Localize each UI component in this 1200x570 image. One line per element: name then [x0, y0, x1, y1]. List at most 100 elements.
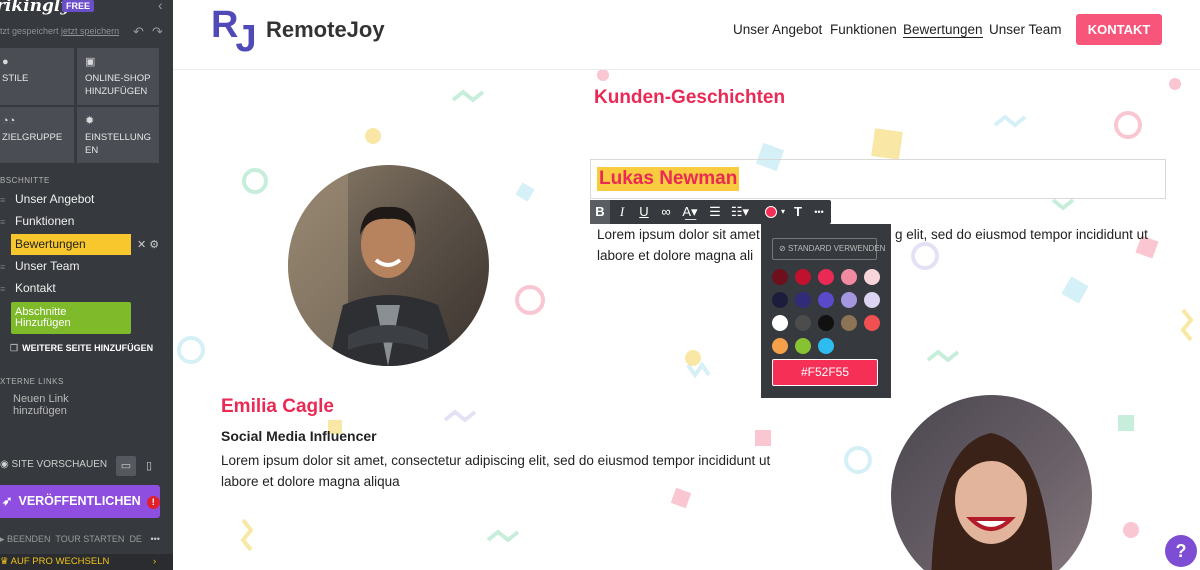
external-links-heading: XTERNE LINKS [0, 377, 64, 386]
crown-icon: ♛ [0, 556, 9, 567]
color-swatch[interactable] [772, 269, 788, 285]
add-section-button[interactable]: Abschnitte Hinzufügen [11, 302, 131, 334]
color-swatch[interactable] [772, 292, 788, 308]
undo-icon[interactable]: ↶ [133, 24, 144, 40]
plan-badge: FREE [62, 0, 95, 12]
person-role-emilia[interactable]: Social Media Influencer [221, 428, 377, 444]
site-header: RJ RemoteJoy Unser Angebot Funktionen Be… [173, 0, 1200, 70]
person-description-lukas[interactable]: Lorem ipsum dolor sit amet labore et dol… [597, 224, 760, 266]
save-status: tzt gespeichert jetzt speichern [0, 26, 120, 36]
color-swatch[interactable] [772, 338, 788, 354]
color-swatch[interactable] [864, 292, 880, 308]
nav-funktionen[interactable]: Funktionen [830, 22, 897, 37]
hex-color-value[interactable]: #F52F55 [772, 359, 878, 386]
site-logo[interactable]: RJ [211, 4, 257, 60]
person-description-lukas-cont[interactable]: g elit, sed do eiusmod tempor incididunt… [895, 224, 1148, 245]
align-icon[interactable]: ☰ [704, 200, 726, 224]
shop-tile[interactable]: ▣ ONLINE-SHOP HINZUFÜGEN [77, 48, 159, 105]
drag-handle-icon[interactable]: ≡ [0, 279, 8, 300]
sidebar-item-funktionen[interactable]: ≡ Funktionen [0, 211, 140, 232]
italic-button[interactable]: I [612, 200, 632, 224]
add-link-button[interactable]: Neuen Link hinzufügen [0, 393, 69, 417]
gear-icon: ✹ [85, 115, 95, 127]
eye-icon: ◉ [0, 459, 9, 470]
color-swatch[interactable] [818, 269, 834, 285]
language-link[interactable]: DE [129, 534, 142, 544]
color-picker-popup: ⊘ STANDARD VERWENDEN #F52F55 [761, 224, 891, 398]
font-size-icon[interactable]: A͟▾ [678, 200, 702, 224]
redo-icon[interactable]: ↷ [152, 24, 163, 40]
site-canvas: RJ RemoteJoy Unser Angebot Funktionen Be… [173, 0, 1200, 570]
person-name-lukas[interactable]: Lukas Newman [597, 167, 740, 191]
drag-handle-icon[interactable]: ≡ [0, 190, 8, 211]
color-swatch[interactable] [841, 292, 857, 308]
tour-link[interactable]: TOUR STARTEN [55, 534, 124, 544]
styles-tile[interactable]: ● STILE [0, 48, 74, 105]
color-swatch[interactable] [841, 315, 857, 331]
color-swatch[interactable] [795, 292, 811, 308]
alert-icon: ! [146, 496, 160, 509]
close-icon[interactable]: ✕ [137, 239, 146, 251]
color-swatch[interactable] [864, 269, 880, 285]
drag-handle-icon[interactable]: ≡ [0, 257, 8, 278]
rocket-icon: ➶ [2, 494, 13, 508]
editor-logo: rikingly [0, 0, 71, 16]
sidebar-item-unser-angebot[interactable]: ≡ Unser Angebot [0, 189, 140, 210]
text-style-icon[interactable]: T [789, 200, 807, 224]
end-link[interactable]: BEENDEN [7, 534, 51, 544]
link-icon[interactable]: ∞ [656, 200, 676, 224]
nav-unser-team[interactable]: Unser Team [989, 22, 1062, 37]
color-swatch[interactable] [795, 338, 811, 354]
color-swatch[interactable] [772, 315, 788, 331]
publish-button[interactable]: ➶ VERÖFFENTLICHEN! [0, 485, 160, 518]
chevron-right-icon: › [153, 556, 157, 567]
name-text-editor[interactable]: Lukas Newman [590, 159, 1166, 199]
no-color-icon: ⊘ [779, 244, 786, 253]
sidebar-item-kontakt[interactable]: ≡ Kontakt [0, 278, 140, 299]
text-format-toolbar: B I U ∞ A͟▾ ☰ ☷▾ ▾ T ••• [590, 200, 831, 224]
audience-tile[interactable]: ◔◔ ZIELGRUPPE [0, 107, 74, 163]
palette-icon: ● [2, 56, 9, 68]
color-swatch[interactable] [864, 315, 880, 331]
desktop-view-icon[interactable]: ▭ [116, 456, 136, 476]
nav-bewertungen[interactable]: Bewertungen [903, 22, 983, 38]
shop-icon: ▣ [85, 56, 96, 68]
color-swatch[interactable] [795, 315, 811, 331]
more-icon[interactable]: ••• [150, 534, 159, 544]
person-photo-lukas[interactable] [288, 165, 489, 366]
color-swatch[interactable] [818, 338, 834, 354]
bold-button[interactable]: B [590, 200, 610, 224]
help-button[interactable]: ? [1165, 535, 1197, 567]
person-description-emilia[interactable]: Lorem ipsum dolor sit amet, consectetur … [221, 450, 770, 492]
more-options-button[interactable]: ••• [809, 200, 829, 224]
color-swatch[interactable] [818, 292, 834, 308]
chevron-down-icon[interactable]: ▾ [778, 200, 788, 224]
mobile-view-icon[interactable]: ▯ [139, 456, 159, 476]
nav-unser-angebot[interactable]: Unser Angebot [733, 22, 822, 37]
sidebar-item-unser-team[interactable]: ≡ Unser Team [0, 256, 140, 277]
site-name[interactable]: RemoteJoy [266, 17, 385, 43]
preview-button[interactable]: ◉ SITE VORSCHAUEN [0, 459, 107, 470]
color-swatch[interactable] [818, 315, 834, 331]
contact-button[interactable]: KONTAKT [1076, 14, 1162, 45]
add-page-button[interactable]: ❐ WEITERE SEITE HINZUFÜGEN [10, 343, 153, 354]
person-name-emilia[interactable]: Emilia Cagle [221, 396, 334, 418]
color-swatch[interactable] [841, 269, 857, 285]
editor-sidebar: rikingly FREE ‹ tzt gespeichert jetzt sp… [0, 0, 173, 570]
save-now-link[interactable]: jetzt speichern [61, 26, 119, 36]
section-title[interactable]: Kunden-Geschichten [594, 87, 785, 109]
text-color-icon[interactable] [765, 206, 777, 218]
list-icon[interactable]: ☷▾ [728, 200, 752, 224]
gear-icon[interactable]: ⚙ [149, 239, 159, 251]
drag-handle-icon[interactable]: ≡ [0, 212, 8, 233]
use-default-color-button[interactable]: ⊘ STANDARD VERWENDEN [772, 238, 885, 260]
sidebar-item-bewertungen[interactable]: Bewertungen [11, 234, 131, 255]
section-tools: ✕ ⚙ [137, 238, 159, 251]
collapse-sidebar-icon[interactable]: ‹ [158, 0, 163, 13]
upgrade-pro-button[interactable]: ♛ AUF PRO WECHSELN › [0, 554, 173, 570]
underline-button[interactable]: U [634, 200, 654, 224]
settings-tile[interactable]: ✹ EINSTELLUNG EN [77, 107, 159, 163]
editor-footer: ▸ BEENDEN TOUR STARTEN DE ••• [0, 534, 160, 545]
color-swatch[interactable] [795, 269, 811, 285]
sections-heading: BSCHNITTE [0, 176, 50, 185]
